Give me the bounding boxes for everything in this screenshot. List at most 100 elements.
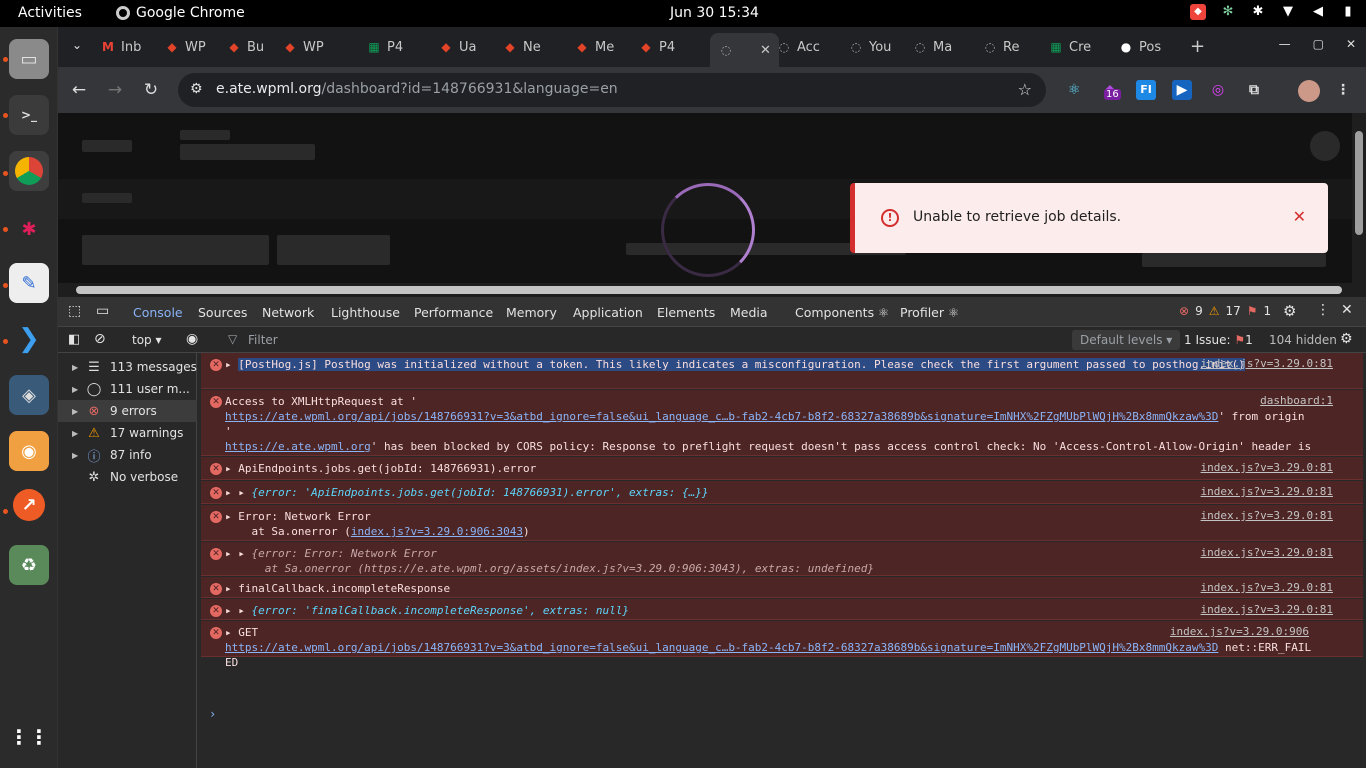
expand-arrow-icon[interactable]: ▸ <box>238 486 251 499</box>
inspect-element-icon[interactable]: ⬚ <box>68 303 81 319</box>
app-icon[interactable]: ◉ <box>9 431 49 471</box>
browser-tab[interactable]: ◆ Bu <box>226 33 264 61</box>
minimize-button[interactable]: — <box>1279 37 1291 51</box>
browser-tab[interactable]: ▦ P4 <box>366 33 403 61</box>
expand-arrow-icon[interactable]: ▸ <box>225 486 238 499</box>
slack-icon[interactable]: ✱ <box>9 209 49 249</box>
expand-arrow-icon[interactable]: ▶ <box>72 407 78 416</box>
clear-console-icon[interactable]: ⊘ <box>94 331 106 347</box>
profile-avatar[interactable] <box>1298 80 1320 102</box>
browser-tab[interactable]: ◆ Me <box>574 33 614 61</box>
browser-tab[interactable]: M Inb <box>100 33 141 61</box>
source-link[interactable]: index.js?v=3.29.0:81 <box>1201 509 1333 522</box>
expand-arrow-icon[interactable]: ▸ <box>225 547 238 560</box>
console-error-row[interactable]: ✕ ▸ finalCallback.incompleteResponse index… <box>201 577 1363 598</box>
site-info-icon[interactable]: ⚙ <box>190 81 203 97</box>
console-sidebar-item[interactable]: ▶ ⊗ 9 errors <box>58 400 197 422</box>
system-tray[interactable]: ◆ ✻ ✱ ▼ ◀ ▮ <box>1190 4 1356 20</box>
devtools-tab[interactable]: Elements <box>657 305 715 320</box>
expand-arrow-icon[interactable]: ▶ <box>72 429 78 438</box>
source-link[interactable]: index.js?v=3.29.0:81 <box>1201 546 1333 559</box>
source-link[interactable]: index.js?v=3.29.0:81 <box>1201 581 1333 594</box>
browser-tab[interactable]: ◆ Ne <box>502 33 540 61</box>
tab-close-icon[interactable]: ✕ <box>760 43 771 58</box>
console-error-row[interactable]: ✕ ▸ ▸ {error: 'finalCallback.incompleteRe… <box>201 599 1363 620</box>
color-extension-icon[interactable]: ◎ <box>1208 80 1228 100</box>
device-toolbar-icon[interactable]: ▭ <box>96 303 109 319</box>
source-link[interactable]: index.js?v=3.29.0:81 <box>1201 485 1333 498</box>
request-url-link[interactable]: https://ate.wpml.org/api/jobs/148766931?… <box>225 641 1218 654</box>
issues-link[interactable]: 1 Issue: ⚑1 <box>1184 333 1253 347</box>
text-editor-icon[interactable]: ✎ <box>9 263 49 303</box>
devtools-tab[interactable]: Console <box>123 305 193 329</box>
console-sidebar-item[interactable]: ▶ ◯ 111 user m... <box>58 378 197 400</box>
source-link[interactable]: index.js?v=3.29.0:81 <box>1201 461 1333 474</box>
console-error-row[interactable]: ✕ ▸ [PostHog.js] PostHog was initialized … <box>201 353 1363 389</box>
back-button[interactable]: ← <box>68 79 90 101</box>
devtools-close-icon[interactable]: ✕ <box>1341 302 1353 318</box>
log-levels-select[interactable]: Default levels ▾ <box>1072 330 1181 350</box>
source-link[interactable]: dashboard:1 <box>1260 394 1333 407</box>
devtools-tab[interactable]: Performance <box>414 305 493 320</box>
devtools-tab[interactable]: Network <box>262 305 314 320</box>
expand-arrow-icon[interactable]: ▸ <box>225 604 238 617</box>
console-sidebar-item[interactable]: ▶ ⓘ 87 info <box>58 444 197 466</box>
console-error-row[interactable]: ✕ ▸ ▸ {error: Error: Network Error at Sa.… <box>201 542 1363 576</box>
app-menu[interactable]: Google Chrome <box>116 5 245 21</box>
new-tab-button[interactable]: + <box>1190 36 1205 57</box>
request-url-link[interactable]: https://ate.wpml.org/api/jobs/148766931?… <box>225 410 1218 423</box>
terminal-icon[interactable]: >_ <box>9 95 49 135</box>
bookmark-star-icon[interactable]: ☆ <box>1018 80 1032 99</box>
browser-tab[interactable]: ◆ Ua <box>438 33 476 61</box>
show-apps-icon[interactable]: ⋮⋮ <box>9 717 49 757</box>
vscode-icon[interactable]: ❯ <box>9 319 49 359</box>
sidebar-toggle-icon[interactable]: ◧ <box>68 332 80 347</box>
expand-arrow-icon[interactable]: ▸ <box>225 626 238 639</box>
chrome-icon[interactable] <box>9 151 49 191</box>
devtools-tab[interactable]: Media <box>730 305 768 320</box>
postman-icon[interactable]: ↗ <box>13 489 45 521</box>
url-text[interactable]: e.ate.wpml.org/dashboard?id=148766931&la… <box>216 81 618 97</box>
browser-tab[interactable]: ◌ You <box>848 33 892 61</box>
page-horizontal-scrollbar[interactable] <box>58 283 1366 297</box>
wifi-icon[interactable]: ▼ <box>1280 4 1296 20</box>
close-button[interactable]: ✕ <box>1346 37 1356 51</box>
fi-extension-icon[interactable]: FI <box>1136 80 1156 100</box>
browser-tab[interactable]: ◆ P4 <box>638 33 675 61</box>
browser-tab[interactable]: ◌ Acc <box>776 33 820 61</box>
expand-arrow-icon[interactable]: ▸ <box>225 358 238 371</box>
devtools-tab[interactable]: Memory <box>506 305 557 320</box>
settings-gear-icon[interactable]: ⚙ <box>1283 302 1296 320</box>
console-sidebar-item[interactable]: ✲ No verbose <box>58 466 197 488</box>
console-settings-icon[interactable]: ⚙ <box>1340 331 1353 347</box>
devtools-tab[interactable]: Components ⚛ <box>795 305 889 320</box>
devtools-menu-icon[interactable]: ⋮ <box>1316 302 1330 318</box>
reload-button[interactable]: ↻ <box>140 79 162 101</box>
browser-tab[interactable]: ◌ Re <box>982 33 1020 61</box>
devtools-tab[interactable]: Application <box>573 305 643 320</box>
extensions-puzzle-icon[interactable]: ⧉ <box>1244 80 1264 100</box>
browser-tab[interactable]: ◌ Ma <box>912 33 952 61</box>
origin-link[interactable]: https://e.ate.wpml.org <box>225 440 371 453</box>
browser-tab[interactable]: ● Pos <box>1118 33 1161 61</box>
address-bar[interactable]: ⚙ e.ate.wpml.org/dashboard?id=148766931&… <box>178 73 1046 107</box>
stack-link[interactable]: index.js?v=3.29.0:906:3043 <box>351 525 523 538</box>
expand-arrow-icon[interactable]: ▶ <box>72 363 78 372</box>
console-error-row[interactable]: ✕ ▸ Error: Network Error at Sa.onerror (i… <box>201 505 1363 541</box>
browser-tab[interactable]: ◆ WP <box>282 33 323 61</box>
live-expression-icon[interactable]: ◉ <box>186 331 198 347</box>
expand-arrow-icon[interactable]: ▸ <box>225 582 238 595</box>
play-extension-icon[interactable]: ▶ <box>1172 80 1192 100</box>
devtools-tab[interactable]: Profiler ⚛ <box>900 305 959 320</box>
expand-arrow-icon[interactable]: ▸ <box>238 547 251 560</box>
expand-arrow-icon[interactable]: ▸ <box>238 604 251 617</box>
expand-arrow-icon[interactable]: ▸ <box>225 510 238 523</box>
source-link[interactable]: index.js?v=3.29.0:81 <box>1201 357 1333 370</box>
expand-arrow-icon[interactable]: ▶ <box>72 385 78 394</box>
anydesk-icon[interactable]: ◆ <box>1190 4 1206 20</box>
react-devtools-icon[interactable]: ⚛ <box>1064 80 1084 100</box>
browser-tab[interactable]: ◌ ✕ <box>710 33 779 67</box>
devtools-counts[interactable]: ⊗ 9 ⚠ 17 ⚑ 1 <box>1179 304 1271 318</box>
console-error-row[interactable]: ✕ ▸ ▸ {error: 'ApiEndpoints.jobs.get(jobI… <box>201 481 1363 504</box>
trash-icon[interactable]: ♻ <box>9 545 49 585</box>
